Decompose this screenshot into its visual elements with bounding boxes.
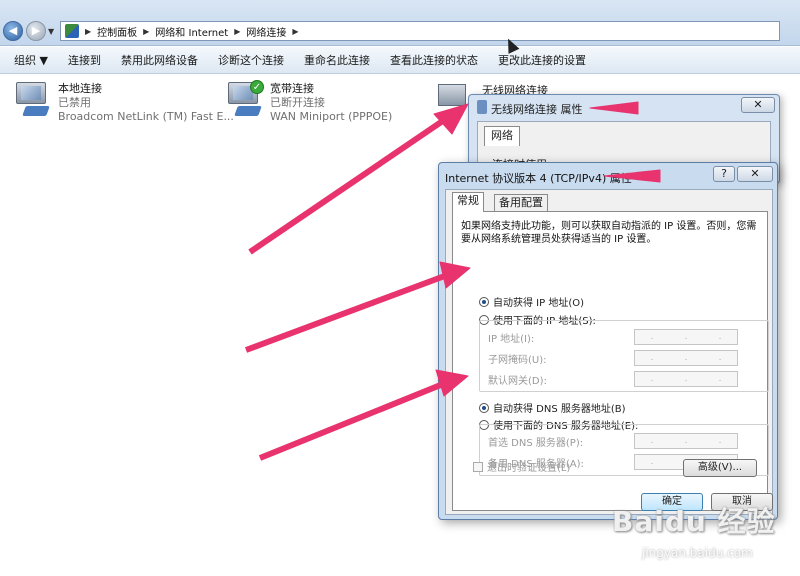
- diagnose-button[interactable]: 诊断这个连接: [208, 52, 294, 68]
- help-button[interactable]: ?: [713, 166, 735, 182]
- connection-broadband[interactable]: ✓ 宽带连接 已断开连接 WAN Miniport (PPPOE): [226, 80, 393, 126]
- tab-network[interactable]: 网络: [484, 126, 520, 146]
- dialog-title: 无线网络连接 属性: [491, 103, 583, 116]
- radio-selected-icon[interactable]: [479, 296, 489, 307]
- checkbox-icon[interactable]: [473, 461, 483, 472]
- forward-button[interactable]: ▶: [26, 21, 46, 41]
- auto-ip-label: 自动获得 IP 地址(O): [493, 298, 585, 309]
- connection-device: Broadcom NetLink (TM) Fast E...: [58, 110, 234, 123]
- watermark-logo: Baidu 经验: [612, 505, 776, 538]
- connection-status: 已禁用: [58, 96, 91, 109]
- chevron-right-icon[interactable]: ▶: [85, 27, 91, 36]
- network-adapter-icon: ✓: [226, 80, 264, 118]
- tab-alternate-config[interactable]: 备用配置: [494, 194, 548, 212]
- chevron-right-icon[interactable]: ▶: [143, 27, 149, 36]
- view-status-button[interactable]: 查看此连接的状态: [380, 52, 488, 68]
- ipv4-properties-dialog: Internet 协议版本 4 (TCP/IPv4) 属性 ? ✕ 常规 备用配…: [438, 162, 778, 520]
- dialog-title: Internet 协议版本 4 (TCP/IPv4) 属性: [445, 172, 632, 185]
- default-gateway-input[interactable]: ...: [634, 371, 738, 387]
- arrow-to-auto-dns: [258, 379, 450, 461]
- change-settings-button[interactable]: 更改此连接的设置: [488, 52, 596, 68]
- ip-address-input[interactable]: ...: [634, 329, 738, 345]
- organize-button[interactable]: 组织 ▼: [0, 52, 58, 68]
- auto-ip-option[interactable]: 自动获得 IP 地址(O): [479, 294, 584, 309]
- breadcrumb-control-panel[interactable]: 控制面板: [97, 24, 137, 39]
- back-button[interactable]: ◀: [3, 21, 23, 41]
- network-icon: [477, 100, 487, 114]
- subnet-mask-input[interactable]: ...: [634, 350, 738, 366]
- preferred-dns-input[interactable]: ...: [634, 433, 738, 449]
- chevron-right-icon[interactable]: ▶: [292, 27, 298, 36]
- preferred-dns-label: 首选 DNS 服务器(P):: [488, 437, 584, 449]
- connection-local[interactable]: 本地连接 已禁用 Broadcom NetLink (TM) Fast E...: [14, 82, 234, 126]
- manual-ip-group: IP 地址(I): ... 子网掩码(U): ... 默认网关(D): ...: [479, 320, 769, 392]
- watermark: Baidu 经验 jingyan.baidu.com: [612, 500, 792, 570]
- history-dropdown-icon[interactable]: ▼: [48, 27, 54, 36]
- auto-dns-option[interactable]: 自动获得 DNS 服务器地址(B): [479, 400, 626, 415]
- arrow-to-auto-ip: [244, 271, 452, 353]
- close-button[interactable]: ✕: [737, 166, 773, 182]
- breadcrumb-network-internet[interactable]: 网络和 Internet: [155, 24, 228, 39]
- validate-label: 退出时验证设置(L): [487, 463, 571, 474]
- command-bar: 组织 ▼ 连接到 禁用此网络设备 诊断这个连接 重命名此连接 查看此连接的状态 …: [0, 47, 800, 74]
- connection-device: WAN Miniport (PPPOE): [270, 110, 393, 123]
- control-panel-icon: [65, 24, 79, 38]
- check-icon: ✓: [250, 80, 264, 94]
- rename-button[interactable]: 重命名此连接: [294, 52, 380, 68]
- subnet-mask-label: 子网掩码(U):: [488, 354, 547, 366]
- chevron-right-icon[interactable]: ▶: [234, 27, 240, 36]
- tab-general[interactable]: 常规: [452, 192, 484, 212]
- wireless-adapter-icon: [438, 84, 466, 106]
- disable-device-button[interactable]: 禁用此网络设备: [111, 52, 208, 68]
- connection-name: 本地连接: [58, 82, 102, 95]
- advanced-button[interactable]: 高级(V)...: [683, 459, 757, 477]
- close-button[interactable]: ✕: [741, 97, 775, 113]
- watermark-url: jingyan.baidu.com: [642, 546, 753, 560]
- breadcrumb-network-connections[interactable]: 网络连接: [246, 24, 286, 39]
- ip-address-label: IP 地址(I):: [488, 333, 535, 345]
- arrow-to-wireless-icon: [248, 113, 452, 255]
- breadcrumb[interactable]: ▶ 控制面板 ▶ 网络和 Internet ▶ 网络连接 ▶: [60, 21, 780, 41]
- address-bar: ◀ ▶ ▼ ▶ 控制面板 ▶ 网络和 Internet ▶ 网络连接 ▶: [0, 0, 800, 46]
- validate-on-exit[interactable]: 退出时验证设置(L): [473, 459, 570, 474]
- connection-name: 宽带连接: [270, 82, 314, 95]
- connect-to-button[interactable]: 连接到: [58, 52, 111, 68]
- auto-dns-label: 自动获得 DNS 服务器地址(B): [493, 404, 626, 415]
- network-adapter-icon: [14, 82, 52, 118]
- radio-selected-icon[interactable]: [479, 402, 489, 413]
- connection-status: 已断开连接: [270, 96, 325, 109]
- description-text: 如果网络支持此功能，则可以获取自动指派的 IP 设置。否则，您需要从网络系统管理…: [461, 221, 757, 245]
- default-gateway-label: 默认网关(D):: [488, 375, 547, 387]
